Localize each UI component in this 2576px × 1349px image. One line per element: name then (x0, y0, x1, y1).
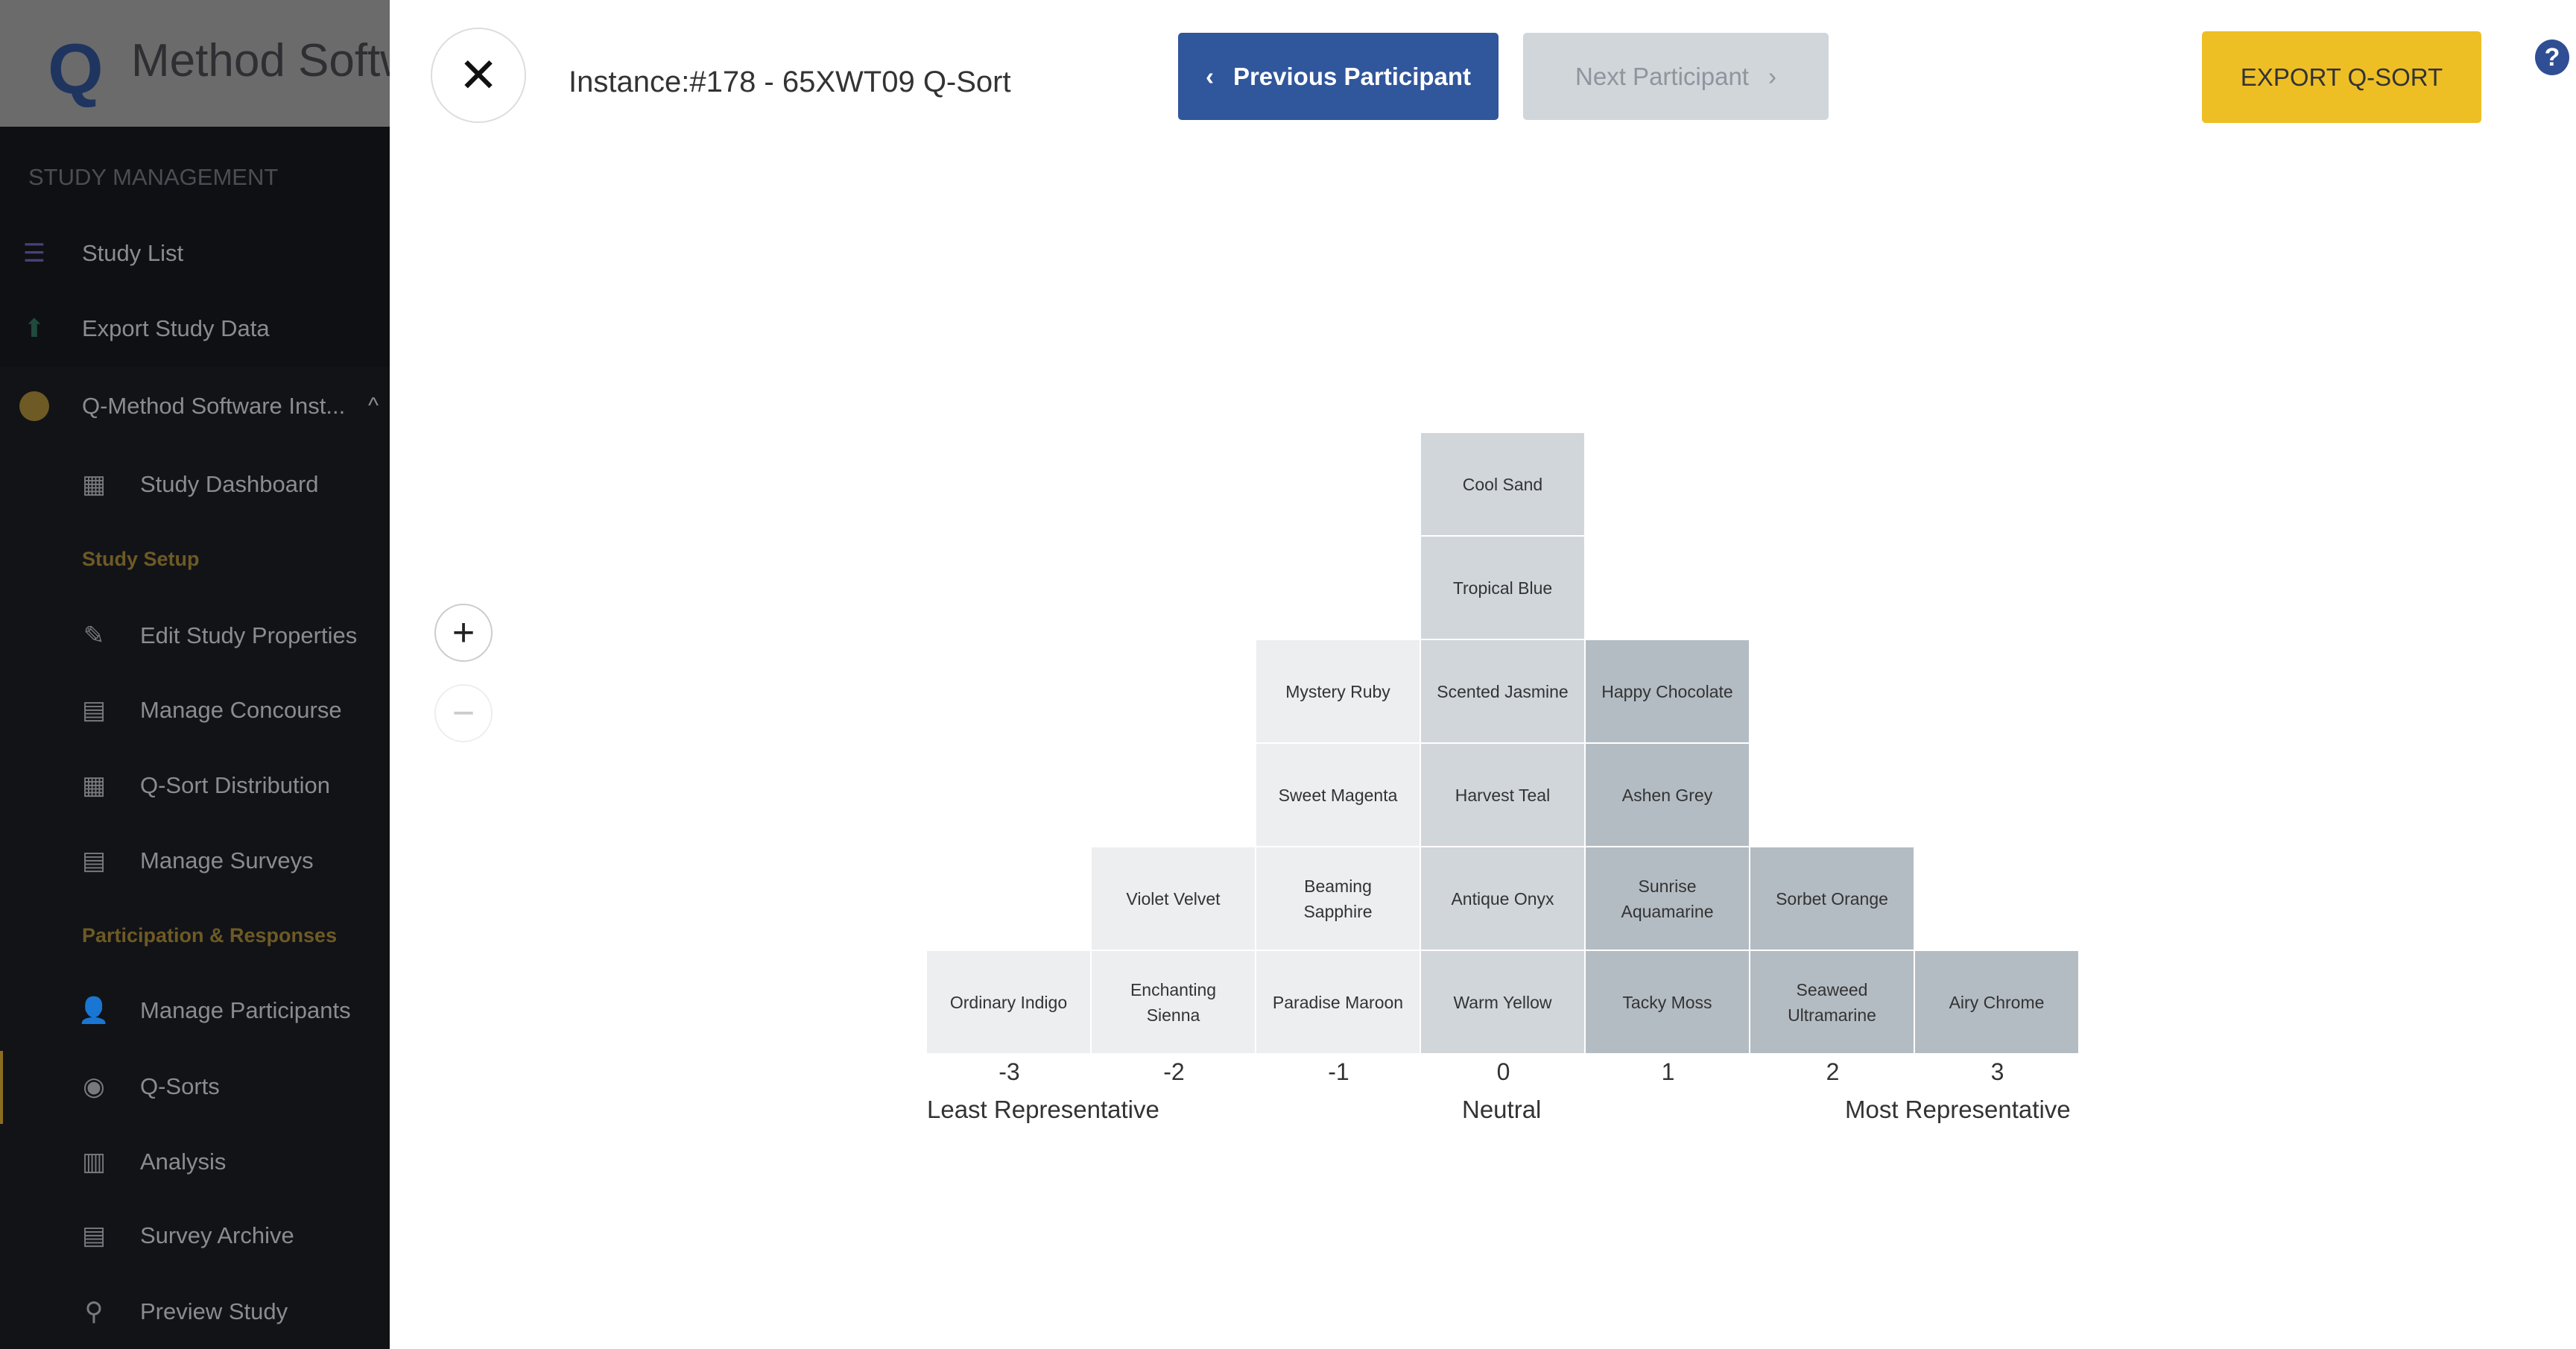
q-sort-card[interactable]: Happy Chocolate (1586, 640, 1749, 742)
column-score-label: -2 (1163, 1058, 1185, 1085)
q-sort-card[interactable]: Beaming Sapphire (1256, 847, 1420, 950)
sidebar-item-study-list[interactable]: ☰ Study List (0, 224, 390, 283)
q-sort-card[interactable]: Airy Chrome (1915, 951, 2078, 1053)
chevron-right-icon: › (1768, 62, 1776, 90)
q-sort-card[interactable]: Harvest Teal (1421, 744, 1584, 846)
column-score-label: 1 (1661, 1058, 1675, 1085)
chevron-up-icon[interactable]: ^ (368, 394, 379, 419)
button-label: Next Participant (1575, 62, 1749, 90)
q-sort-card[interactable]: Sorbet Orange (1750, 847, 1914, 950)
q-sort-card[interactable]: Mystery Ruby (1256, 640, 1420, 742)
eye-icon: ◉ (83, 1072, 105, 1101)
sidebar-item-study-dashboard[interactable]: ▦ Study Dashboard (0, 455, 390, 514)
q-sort-card[interactable]: Seaweed Ultramarine (1750, 951, 1914, 1053)
sidebar-item-label: Q-Sorts (140, 1073, 220, 1099)
sidebar-item-survey-archive[interactable]: ▤ Survey Archive (0, 1206, 390, 1266)
sidebar-item-label: Q-Sort Distribution (140, 772, 330, 798)
chevron-left-icon: ‹ (1205, 62, 1214, 90)
sidebar-item-export-study-data[interactable]: ⬆ Export Study Data (0, 299, 390, 358)
sidebar-item-analysis[interactable]: ▥ Analysis (0, 1132, 390, 1192)
plus-icon: + (452, 611, 475, 654)
page-title: Instance:#178 - 65XWT09 Q-Sort (569, 66, 1011, 98)
logo[interactable]: Q Method Software (0, 0, 390, 127)
export-q-sort-button[interactable]: EXPORT Q-SORT (2202, 31, 2481, 123)
q-sort-card[interactable]: Enchanting Sienna (1092, 951, 1255, 1053)
sidebar-item-label: Survey Archive (140, 1222, 294, 1248)
sidebar-item-edit-study-properties[interactable]: ✎ Edit Study Properties (0, 606, 390, 666)
q-sort-card[interactable]: Paradise Maroon (1256, 951, 1420, 1053)
sidebar-item-q-sort-distribution[interactable]: ▦ Q-Sort Distribution (0, 756, 390, 815)
zoom-out-button[interactable]: − (434, 684, 493, 742)
list-icon: ☰ (22, 239, 46, 268)
sidebar-item-preview-study[interactable]: ⚲ Preview Study (0, 1282, 390, 1342)
clipboard-icon: ▤ (81, 1222, 107, 1250)
upload-icon: ⬆ (23, 315, 45, 343)
q-sort-card[interactable]: Warm Yellow (1421, 951, 1584, 1053)
sidebar-item-label: Manage Concourse (140, 697, 342, 723)
column-score-label: 2 (1826, 1058, 1840, 1085)
q-sort-card[interactable]: Antique Onyx (1421, 847, 1584, 950)
section-title: STUDY MANAGEMENT (28, 164, 279, 190)
sidebar-item-label: Edit Study Properties (140, 622, 358, 648)
column-score-label: 3 (1990, 1058, 2004, 1085)
column-score-label: 0 (1496, 1058, 1510, 1085)
most-representative-label: Most Representative (1845, 1096, 2071, 1123)
sidebar-item-q-sorts[interactable]: ◉ Q-Sorts (0, 1057, 390, 1116)
close-button[interactable]: ✕ (431, 28, 526, 123)
zoom-in-button[interactable]: + (434, 604, 493, 662)
sidebar-item-label: Q-Method Software Inst... (82, 393, 346, 419)
search-icon: ⚲ (84, 1298, 104, 1326)
compass-icon (18, 390, 51, 423)
q-sort-card[interactable]: Ashen Grey (1586, 744, 1749, 846)
sidebar-item-label: Manage Surveys (140, 847, 314, 873)
sidebar-item-label: Study Dashboard (140, 471, 319, 497)
bar-chart-icon: ▥ (81, 1148, 107, 1176)
sidebar-item-manage-surveys[interactable]: ▤ Manage Surveys (0, 831, 390, 891)
q-sort-card[interactable]: Tacky Moss (1586, 951, 1749, 1053)
column-score-label: -1 (1328, 1058, 1349, 1085)
q-sort-card[interactable]: Sunrise Aquamarine (1586, 847, 1749, 950)
button-label: Previous Participant (1232, 62, 1472, 90)
next-participant-button[interactable]: Next Participant › (1523, 33, 1829, 120)
q-sort-card[interactable]: Scented Jasmine (1421, 640, 1584, 742)
sidebar-item-manage-participants[interactable]: 👤 Manage Participants (0, 981, 390, 1040)
sidebar-item-label: Study List (82, 240, 184, 266)
logo-text: Method Software (131, 35, 390, 86)
clipboard-icon: ▤ (81, 847, 107, 875)
column-score-label: -3 (999, 1058, 1020, 1085)
pencil-icon: ✎ (83, 622, 105, 650)
q-sort-card[interactable]: Violet Velvet (1092, 847, 1255, 950)
q-sort-card[interactable]: Ordinary Indigo (927, 951, 1090, 1053)
neutral-label: Neutral (1462, 1096, 1542, 1123)
document-icon: ▤ (81, 696, 107, 724)
group-study-setup: Study Setup (82, 548, 200, 570)
sidebar-item-instance[interactable]: Q-Method Software Inst... ^ (0, 376, 390, 436)
user-gear-icon: 👤 (77, 996, 110, 1025)
q-sort-card[interactable]: Tropical Blue (1421, 537, 1584, 639)
q-sort-card[interactable]: Sweet Magenta (1256, 744, 1420, 846)
group-participation: Participation & Responses (82, 924, 338, 947)
least-representative-label: Least Representative (927, 1096, 1159, 1123)
logo-mark: Q (48, 29, 104, 109)
sidebar-item-manage-concourse[interactable]: ▤ Manage Concourse (0, 680, 390, 740)
previous-participant-button[interactable]: ‹ Previous Participant (1178, 33, 1499, 120)
sidebar-item-label: Manage Participants (140, 997, 351, 1023)
sidebar-item-label: Export Study Data (82, 315, 270, 341)
sidebar: Q Method Software STUDY MANAGEMENT ☰ Stud… (0, 0, 390, 1349)
grid-icon: ▦ (81, 771, 107, 800)
dashboard-icon: ▦ (81, 470, 107, 499)
minus-icon: − (452, 692, 475, 735)
q-sort-card[interactable]: Cool Sand (1421, 433, 1584, 535)
close-icon: ✕ (458, 48, 499, 102)
help-icon[interactable]: ? (2535, 40, 2569, 75)
sidebar-item-label: Preview Study (140, 1298, 288, 1324)
sidebar-item-label: Analysis (140, 1149, 227, 1175)
